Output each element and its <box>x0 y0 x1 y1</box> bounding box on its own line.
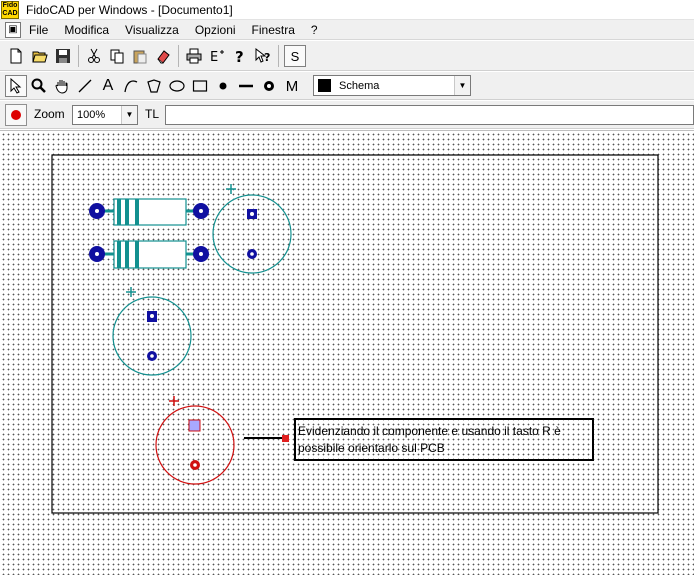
ellipse-tool-icon[interactable] <box>166 75 188 97</box>
copy-icon[interactable] <box>106 45 128 67</box>
menu-file[interactable]: File <box>21 20 56 40</box>
zoom-magnifier-icon[interactable] <box>28 75 50 97</box>
document-system-menu-icon[interactable]: ▣ <box>5 21 21 38</box>
resistor-component <box>89 198 209 226</box>
context-help-icon[interactable]: ? <box>252 45 274 67</box>
drawing-toolbar: A M Schema ▼ <box>0 72 694 100</box>
new-file-icon[interactable] <box>5 45 27 67</box>
polygon-tool-icon[interactable] <box>143 75 165 97</box>
help-question-icon[interactable]: ? <box>229 45 251 67</box>
bezier-curve-icon[interactable] <box>120 75 142 97</box>
macro-tool-button[interactable]: M <box>281 75 303 97</box>
selection-handle <box>282 435 289 442</box>
layer-name: Schema <box>339 79 380 92</box>
zoom-select[interactable]: 100% ▼ <box>72 105 138 125</box>
menu-finestra[interactable]: Finestra <box>244 20 303 40</box>
connection-dot-icon[interactable] <box>212 75 234 97</box>
select-arrow-icon[interactable] <box>5 75 27 97</box>
menu-help[interactable]: ? <box>303 20 326 40</box>
annotation-text[interactable]: Evidenziando il componente e usando il t… <box>294 418 594 461</box>
menu-visualizza[interactable]: Visualizza <box>117 20 187 40</box>
drawing-canvas[interactable]: Evidenziando il componente e usando il t… <box>0 130 694 575</box>
chevron-down-icon[interactable]: ▼ <box>121 106 137 124</box>
zoom-toolbar: Zoom 100% ▼ TL <box>0 101 694 129</box>
pcb-pad-icon[interactable] <box>258 75 280 97</box>
selected-capacitor <box>155 396 235 485</box>
record-button[interactable] <box>5 104 27 126</box>
standard-toolbar: E ? ? S <box>0 41 694 71</box>
text-tool-icon: A <box>102 77 114 94</box>
line-tool-icon[interactable] <box>74 75 96 97</box>
macro-tool-icon: M <box>285 77 299 95</box>
electrolytic-capacitor <box>212 184 292 274</box>
open-folder-icon[interactable] <box>29 45 51 67</box>
print-icon[interactable] <box>183 45 205 67</box>
snap-font-button[interactable]: S <box>284 45 306 67</box>
cut-scissors-icon[interactable] <box>83 45 105 67</box>
pan-hand-icon[interactable] <box>51 75 73 97</box>
menu-bar: ▣ File Modifica Visualizza Opzioni Fines… <box>0 20 694 40</box>
zoom-value: 100% <box>77 109 106 121</box>
svg-text:E: E <box>210 50 218 64</box>
schematic-drawing <box>51 154 659 514</box>
resistor-component <box>89 240 209 269</box>
electrolytic-capacitor <box>112 287 192 376</box>
chevron-down-icon[interactable]: ▼ <box>454 76 470 95</box>
title-bar: Fido CAD FidoCAD per Windows - [Document… <box>0 0 694 20</box>
layer-color-swatch <box>318 79 331 92</box>
rectangle-tool-icon[interactable] <box>189 75 211 97</box>
zoom-label: Zoom <box>34 107 65 121</box>
app-logo-icon: Fido CAD <box>1 0 19 19</box>
record-dot-icon <box>11 110 21 120</box>
tl-input[interactable] <box>165 105 694 125</box>
eraser-icon[interactable] <box>152 45 174 67</box>
menu-opzioni[interactable]: Opzioni <box>187 20 244 40</box>
window-title: FidoCAD per Windows - [Documento1] <box>26 2 233 17</box>
svg-text:?: ? <box>264 51 270 64</box>
tl-label: TL <box>145 107 160 121</box>
save-disk-icon[interactable] <box>52 45 74 67</box>
layer-select[interactable]: Schema ▼ <box>313 75 471 96</box>
paste-icon[interactable] <box>129 45 151 67</box>
export-icon[interactable]: E <box>206 45 228 67</box>
pcb-track-icon[interactable] <box>235 75 257 97</box>
menu-modifica[interactable]: Modifica <box>56 20 117 40</box>
text-tool-button[interactable]: A <box>97 75 119 97</box>
svg-text:?: ? <box>235 48 244 64</box>
